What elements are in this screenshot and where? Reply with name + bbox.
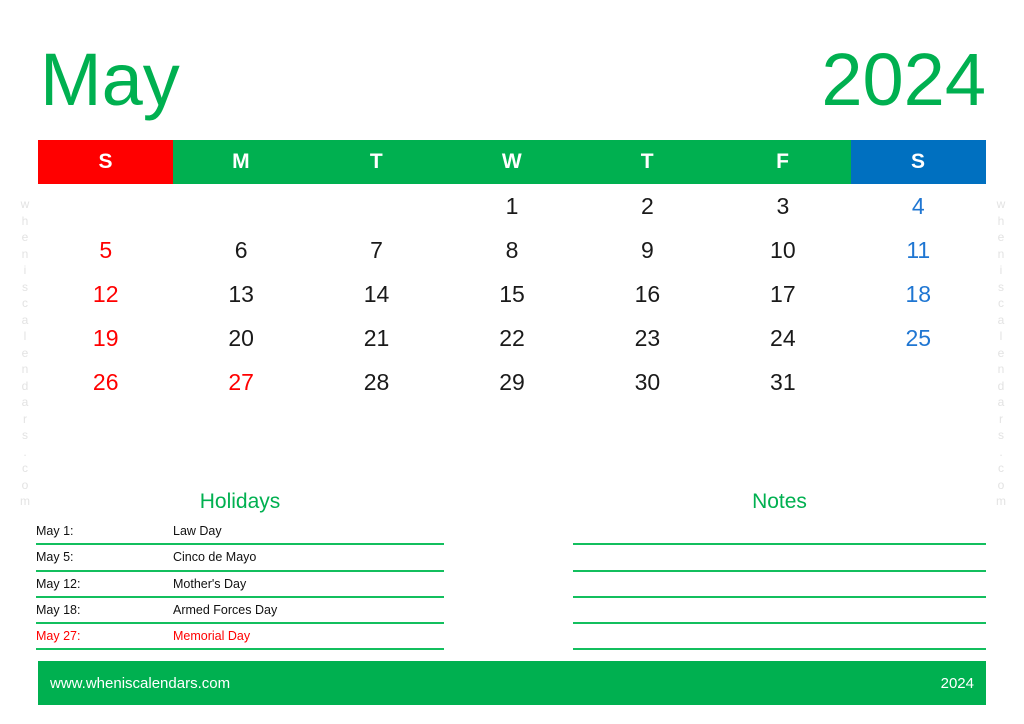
holiday-date: May 27: (36, 629, 81, 644)
holiday-row: May 12: Mother's Day (36, 572, 444, 598)
weekday-label: F (776, 150, 790, 173)
holiday-name: Law Day (173, 524, 222, 539)
date-cell[interactable]: 6 (173, 228, 308, 272)
date-cell-empty (851, 360, 986, 404)
holiday-list: May 1: Law Day May 5: Cinco de Mayo May 12: M… (36, 519, 444, 651)
holiday-name: Mother's Day (173, 576, 247, 591)
date-cell[interactable]: 4 (851, 184, 986, 228)
holiday-name: Cinco de Mayo (173, 550, 257, 565)
holiday-row: May 18: Armed Forces Day (36, 598, 444, 625)
date-cell[interactable]: 21 (309, 316, 444, 360)
date-cell[interactable]: 2 (580, 184, 715, 228)
date-cell[interactable]: 22 (444, 316, 579, 360)
footer-year: 2024 (940, 674, 974, 692)
month-title: May (40, 38, 180, 121)
date-cell-empty (38, 184, 173, 228)
date-cell[interactable]: 17 (715, 272, 850, 316)
weekday-header-0: S (38, 140, 174, 184)
date-cell[interactable]: 30 (580, 360, 715, 404)
date-cell-empty (309, 184, 444, 228)
weekday-label: S (98, 150, 113, 173)
note-line[interactable] (573, 519, 986, 546)
date-cell-empty (173, 184, 308, 228)
date-cell[interactable]: 13 (173, 272, 308, 316)
note-line[interactable] (573, 545, 986, 572)
year-title: 2024 (821, 38, 986, 121)
weekday-header-5: F (715, 140, 851, 184)
date-cell[interactable]: 27 (173, 360, 308, 404)
date-cell[interactable]: 16 (580, 272, 715, 316)
weekday-header-row: SMTWTFS (38, 140, 986, 184)
holiday-name: Armed Forces Day (173, 603, 278, 618)
date-cell[interactable]: 8 (444, 228, 579, 272)
holiday-row: May 5: Cinco de Mayo (36, 545, 444, 572)
date-cell[interactable]: 1 (444, 184, 579, 228)
note-line[interactable] (573, 572, 986, 598)
date-cell[interactable]: 14 (309, 272, 444, 316)
date-cell[interactable]: 25 (851, 316, 986, 360)
date-cell[interactable]: 26 (38, 360, 173, 404)
weekday-header-2: T (308, 140, 445, 184)
holiday-name: Memorial Day (173, 629, 251, 644)
date-cell[interactable]: 18 (851, 272, 986, 316)
calendar-title-row: May 2024 (38, 34, 986, 126)
holidays-title: Holidays (199, 490, 281, 513)
weekday-header-1: M (173, 140, 309, 184)
holidays-section: Holidays May 1: Law Day May 5: Cinco de May… (36, 488, 444, 651)
weekday-header-6: S (850, 140, 986, 184)
date-cell[interactable]: 29 (444, 360, 579, 404)
holiday-date: May 5: (36, 550, 74, 565)
holiday-date: May 12: (36, 576, 81, 591)
date-cell[interactable]: 28 (309, 360, 444, 404)
date-cell[interactable]: 12 (38, 272, 173, 316)
date-cell[interactable]: 9 (580, 228, 715, 272)
note-line[interactable] (573, 624, 986, 651)
weekday-header-3: W (444, 140, 580, 184)
notes-title: Notes (752, 490, 807, 513)
weekday-label: M (232, 150, 251, 173)
date-cell[interactable]: 15 (444, 272, 579, 316)
date-cell[interactable]: 24 (715, 316, 850, 360)
date-cell[interactable]: 11 (851, 228, 986, 272)
date-cell[interactable]: 7 (309, 228, 444, 272)
date-cell[interactable]: 23 (580, 316, 715, 360)
date-cell[interactable]: 3 (715, 184, 850, 228)
weekday-label: T (369, 150, 384, 173)
weekday-header-4: T (579, 140, 716, 184)
date-cell[interactable]: 5 (38, 228, 173, 272)
calendar-page: May 2024 SMTWTFS 1 2 3 4 5 6 7 8 9 10 11 12 13 14 15 16… (0, 0, 1024, 724)
watermark-right: w h e n i s c a l e n d a r s . c o m (996, 197, 1006, 508)
footer-bar: www.wheniscalendars.com 2024 (38, 661, 986, 705)
holiday-date: May 1: (36, 524, 74, 539)
notes-list (573, 519, 986, 651)
weekday-label: S (910, 150, 926, 173)
weekday-label: W (501, 150, 523, 173)
footer-url[interactable]: www.wheniscalendars.com (50, 675, 230, 692)
date-cell[interactable]: 20 (173, 316, 308, 360)
holiday-date: May 18: (36, 603, 81, 618)
holiday-row: May 27: Memorial Day (36, 624, 444, 651)
watermark-left: w h e n i s c a l e n d a r s . c o m (20, 197, 30, 508)
date-grid: 1 2 3 4 5 6 7 8 9 10 11 12 13 14 15 16 17 18 19 20 21 22 23 24 2… (38, 184, 986, 404)
weekday-label: T (640, 150, 655, 173)
date-cell[interactable]: 31 (715, 360, 850, 404)
note-line[interactable] (573, 598, 986, 625)
date-cell[interactable]: 19 (38, 316, 173, 360)
notes-section: Notes (573, 488, 986, 651)
date-cell[interactable]: 10 (715, 228, 850, 272)
holiday-row: May 1: Law Day (36, 519, 444, 546)
